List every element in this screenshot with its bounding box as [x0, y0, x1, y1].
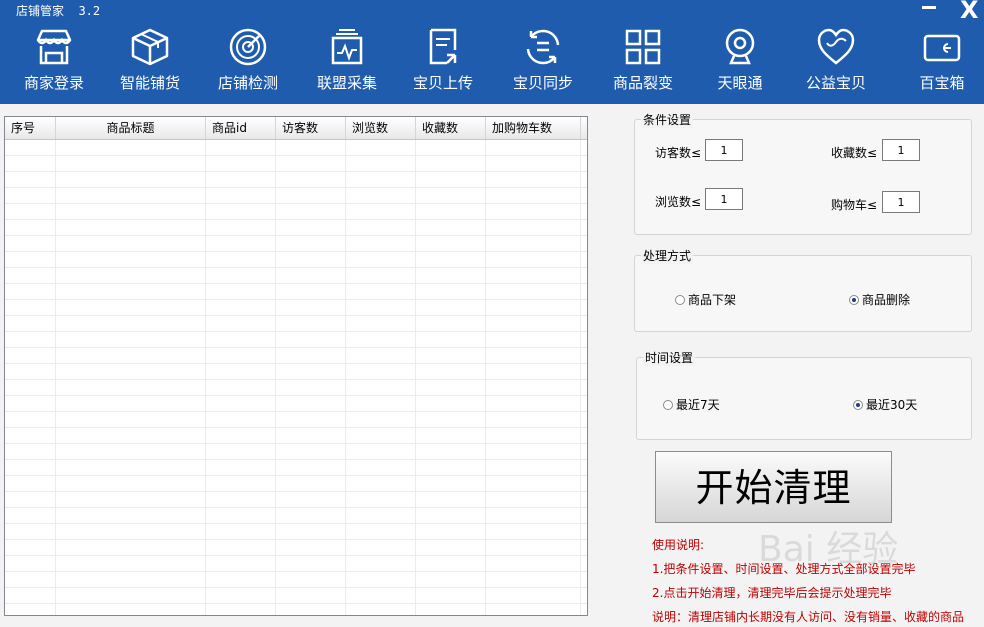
instructions-line-3: 说明：清理店铺内长期没有人访问、没有销量、收藏的商品	[652, 610, 965, 624]
radio-unlist[interactable]: 商品下架	[675, 291, 736, 308]
time-title: 时间设置	[643, 349, 696, 366]
instructions-line-2: 2.点击开始清理，清理完毕后会提示处理完毕	[652, 586, 892, 600]
column-divider	[580, 140, 581, 615]
radio-delete[interactable]: 商品删除	[849, 291, 910, 308]
toolbar-label: 宝贝同步	[512, 74, 573, 92]
store-icon	[36, 29, 72, 65]
column-header-favorites[interactable]: 收藏数	[416, 117, 486, 139]
radio-checked-icon	[849, 295, 859, 305]
toolbar-label: 智能铺货	[119, 74, 180, 92]
toolbar-label: 宝贝上传	[412, 74, 473, 92]
collect-icon	[331, 29, 363, 65]
column-divider	[55, 140, 56, 615]
toolbar-label: 联盟采集	[316, 74, 377, 92]
column-divider	[275, 140, 276, 615]
close-button[interactable]: X	[960, 0, 979, 24]
cart-label: 购物车≤	[831, 198, 878, 212]
radar-icon	[229, 28, 267, 66]
time-group: 时间设置 最近7天 最近30天	[636, 349, 972, 440]
column-header-title[interactable]: 商品标题	[56, 117, 206, 139]
views-input[interactable]: 1	[705, 188, 743, 210]
conditions-title: 条件设置	[641, 111, 694, 128]
toolbar-label: 公益宝贝	[805, 74, 866, 92]
cart-input[interactable]: 1	[882, 191, 920, 213]
column-header-id[interactable]: 商品id	[206, 117, 276, 139]
toolbar-btn-alliance-collect[interactable]: 联盟采集	[307, 24, 387, 100]
column-divider	[345, 140, 346, 615]
radio-unchecked-icon	[675, 295, 685, 305]
toolbar-btn-smart-listing[interactable]: 智能铺货	[110, 24, 190, 100]
column-header-views[interactable]: 浏览数	[346, 117, 416, 139]
instructions-heading: 使用说明:	[652, 538, 705, 552]
start-cleanup-label: 开始清理	[695, 466, 852, 510]
views-label: 浏览数≤	[655, 195, 702, 209]
product-table[interactable]: 序号 商品标题 商品id 访客数 浏览数 收藏数 加购物车数	[4, 116, 588, 616]
toolbar-btn-sky-eye[interactable]: 天眼通	[700, 24, 780, 100]
toolbar-label: 天眼通	[717, 74, 763, 92]
wallet-icon	[923, 34, 961, 62]
visitors-input[interactable]: 1	[705, 139, 743, 161]
column-header-visitors[interactable]: 访客数	[276, 117, 346, 139]
heart-icon	[817, 28, 855, 65]
toolbar-label: 商品裂变	[612, 74, 673, 92]
radio-checked-icon	[853, 400, 863, 410]
column-divider	[205, 140, 206, 615]
toolbar-label: 商家登录	[23, 74, 84, 92]
upload-icon	[429, 28, 457, 65]
favorites-input[interactable]: 1	[882, 139, 920, 161]
favorites-label: 收藏数≤	[831, 146, 878, 160]
toolbar-label: 店铺检测	[217, 74, 278, 92]
handling-title: 处理方式	[641, 247, 694, 264]
toolbar-btn-item-sync[interactable]: 宝贝同步	[503, 24, 583, 100]
start-cleanup-button[interactable]: 开始清理	[655, 451, 892, 523]
column-divider	[485, 140, 486, 615]
sync-icon	[526, 29, 560, 65]
minimize-button[interactable]	[922, 6, 936, 9]
table-body	[5, 140, 587, 615]
radio-label: 商品下架	[688, 293, 737, 307]
toolbar-btn-item-fission[interactable]: 商品裂变	[603, 24, 683, 100]
column-header-cart[interactable]: 加购物车数	[486, 117, 581, 139]
app-header: 店铺管家 3.2 X 商家登录 智能铺货 店铺检测 联盟采集 宝贝上传 宝贝同步…	[0, 0, 984, 104]
table-header: 序号 商品标题 商品id 访客数 浏览数 收藏数 加购物车数	[5, 117, 587, 140]
radio-label: 最近30天	[866, 398, 918, 412]
toolbar-btn-merchant-login[interactable]: 商家登录	[14, 24, 94, 100]
watermark: Bai 经验	[758, 529, 899, 570]
radio-last-7-days[interactable]: 最近7天	[663, 396, 720, 413]
column-divider	[415, 140, 416, 615]
radio-unchecked-icon	[663, 400, 673, 410]
box-icon	[131, 28, 169, 66]
toolbar-btn-item-upload[interactable]: 宝贝上传	[403, 24, 483, 100]
visitors-label: 访客数≤	[655, 146, 702, 160]
toolbar-btn-store-check[interactable]: 店铺检测	[208, 24, 288, 100]
toolbar-btn-treasure-box[interactable]: 百宝箱	[904, 24, 980, 100]
grid-icon	[625, 29, 661, 65]
radio-label: 最近7天	[676, 398, 720, 412]
webcam-icon	[725, 28, 755, 65]
radio-last-30-days[interactable]: 最近30天	[853, 396, 917, 413]
app-title: 店铺管家 3.2	[16, 4, 101, 18]
conditions-group: 条件设置 访客数≤ 1 收藏数≤ 1 浏览数≤ 1 购物车≤ 1	[634, 111, 972, 235]
toolbar-btn-charity-item[interactable]: 公益宝贝	[796, 24, 876, 100]
radio-label: 商品删除	[862, 293, 911, 307]
toolbar-label: 百宝箱	[919, 74, 965, 92]
column-header-index[interactable]: 序号	[5, 117, 56, 139]
handling-group: 处理方式 商品下架 商品删除	[634, 247, 972, 332]
